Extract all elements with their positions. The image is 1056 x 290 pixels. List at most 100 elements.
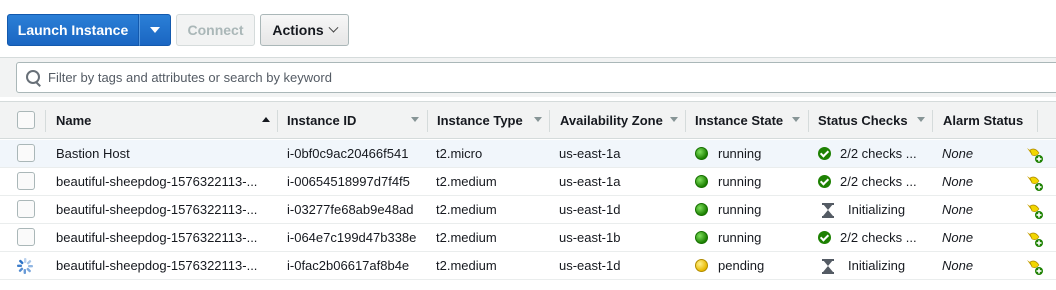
instance-name: Bastion Host xyxy=(56,146,130,161)
row-checkbox[interactable] xyxy=(17,144,35,162)
instance-state-label: running xyxy=(718,202,762,217)
instance-type: t2.medium xyxy=(436,202,497,217)
instance-state: pending xyxy=(695,252,764,279)
instance-state-label: running xyxy=(718,174,762,189)
instance-id: i-00654518997d7f4f5 xyxy=(287,174,410,189)
sort-icon[interactable] xyxy=(534,117,542,122)
filter-box[interactable] xyxy=(16,62,1056,93)
instance-type: t2.micro xyxy=(436,146,483,161)
actions-button[interactable]: Actions xyxy=(260,14,349,46)
status-checks[interactable]: 2/2 checks ... xyxy=(818,168,917,195)
status-checks[interactable]: Initializing xyxy=(818,196,905,223)
green-dot-icon xyxy=(695,203,708,216)
status-checks-label: 2/2 checks ... xyxy=(840,146,917,161)
column-header-availability-zone[interactable]: Availability Zone xyxy=(551,102,663,138)
row-checkbox[interactable] xyxy=(17,228,35,246)
instance-state-label: running xyxy=(718,146,762,161)
hourglass-icon xyxy=(822,202,834,218)
column-header-name[interactable]: Name xyxy=(47,102,91,138)
yellow-dot-icon xyxy=(695,259,708,272)
instance-state-label: pending xyxy=(718,258,765,273)
filter-input[interactable] xyxy=(48,70,948,85)
add-alarm-icon[interactable] xyxy=(1024,256,1044,276)
instance-state: running xyxy=(695,196,761,223)
caret-down-icon xyxy=(150,27,160,33)
instance-id: i-0bf0c9ac20466f541 xyxy=(287,146,409,161)
instance-id: i-0fac2b06617af8b4e xyxy=(287,258,410,273)
alarm-status: None xyxy=(942,258,974,273)
status-checks-label: 2/2 checks ... xyxy=(840,174,917,189)
instance-name: beautiful-sheepdog-1576322113-... xyxy=(56,202,258,217)
table-row[interactable]: beautiful-sheepdog-1576322113-... i-064e7… xyxy=(0,224,1056,252)
instance-id: i-064e7c199d47b338e xyxy=(287,230,417,245)
add-alarm-icon[interactable] xyxy=(1024,144,1044,164)
instance-name: beautiful-sheepdog-1576322113-... xyxy=(56,230,258,245)
column-header-instance-id[interactable]: Instance ID xyxy=(278,102,356,138)
check-circle-icon xyxy=(818,231,831,244)
column-header-alarm-status[interactable]: Alarm Status xyxy=(934,102,1023,138)
row-checkbox[interactable] xyxy=(17,200,35,218)
row-checkbox[interactable] xyxy=(17,172,35,190)
check-circle-icon xyxy=(818,147,831,160)
table-row[interactable]: beautiful-sheepdog-1576322113-... i-0fac2… xyxy=(0,252,1056,280)
instance-id: i-03277fe68ab9e48ad xyxy=(287,202,414,217)
spinner-icon xyxy=(17,258,33,274)
column-header-instance-state[interactable]: Instance State xyxy=(686,102,783,138)
sort-icon[interactable] xyxy=(411,117,419,122)
column-separator xyxy=(549,110,550,132)
status-checks[interactable]: Initializing xyxy=(818,252,905,279)
chevron-down-icon xyxy=(328,22,339,33)
availability-zone: us-east-1a xyxy=(559,146,621,161)
column-separator xyxy=(45,110,46,132)
column-separator xyxy=(932,110,933,132)
availability-zone: us-east-1a xyxy=(559,174,621,189)
green-dot-icon xyxy=(695,147,708,160)
connect-button[interactable]: Connect xyxy=(176,14,255,46)
sort-icon[interactable] xyxy=(792,117,800,122)
sort-ascending-icon[interactable] xyxy=(262,117,270,122)
column-header-status-checks[interactable]: Status Checks xyxy=(809,102,908,138)
add-alarm-icon[interactable] xyxy=(1024,200,1044,220)
instance-type: t2.medium xyxy=(436,258,497,273)
instance-state: running xyxy=(695,140,761,167)
add-alarm-icon[interactable] xyxy=(1024,228,1044,248)
status-checks-label: Initializing xyxy=(848,258,906,273)
alarm-status: None xyxy=(942,174,974,189)
availability-zone: us-east-1d xyxy=(559,202,621,217)
instance-name: beautiful-sheepdog-1576322113-... xyxy=(56,258,258,273)
instance-type: t2.medium xyxy=(436,230,497,245)
table-row[interactable]: beautiful-sheepdog-1576322113-... i-03277… xyxy=(0,196,1056,224)
instance-state-label: running xyxy=(718,230,762,245)
alarm-status: None xyxy=(942,230,974,245)
alarm-status: None xyxy=(942,146,974,161)
toolbar: Launch Instance Connect Actions xyxy=(0,0,1056,56)
sort-icon[interactable] xyxy=(670,117,678,122)
status-checks[interactable]: 2/2 checks ... xyxy=(818,224,917,251)
launch-instance-dropdown-button[interactable] xyxy=(139,14,171,46)
instance-state: running xyxy=(695,168,761,195)
select-all-checkbox[interactable] xyxy=(17,111,35,129)
instance-name: beautiful-sheepdog-1576322113-... xyxy=(56,174,258,189)
table-row[interactable]: beautiful-sheepdog-1576322113-... i-00654… xyxy=(0,168,1056,196)
table-row[interactable]: Bastion Host i-0bf0c9ac20466f541 t2.micro u… xyxy=(0,140,1056,168)
column-header-instance-type[interactable]: Instance Type xyxy=(428,102,523,138)
filter-bar xyxy=(0,57,1056,97)
launch-instance-button[interactable]: Launch Instance xyxy=(7,14,139,46)
status-checks[interactable]: 2/2 checks ... xyxy=(818,140,917,167)
sort-icon[interactable] xyxy=(917,117,925,122)
availability-zone: us-east-1d xyxy=(559,258,621,273)
availability-zone: us-east-1b xyxy=(559,230,621,245)
check-circle-icon xyxy=(818,175,831,188)
green-dot-icon xyxy=(695,231,708,244)
table-header: Name Instance ID Instance Type Availabil… xyxy=(0,101,1056,139)
add-alarm-icon[interactable] xyxy=(1024,172,1044,192)
alarm-status: None xyxy=(942,202,974,217)
status-checks-label: 2/2 checks ... xyxy=(840,230,917,245)
actions-label: Actions xyxy=(272,22,324,38)
instance-type: t2.medium xyxy=(436,174,497,189)
status-checks-label: Initializing xyxy=(848,202,906,217)
green-dot-icon xyxy=(695,175,708,188)
search-icon xyxy=(26,69,42,86)
column-separator xyxy=(1037,110,1038,132)
hourglass-icon xyxy=(822,258,834,274)
